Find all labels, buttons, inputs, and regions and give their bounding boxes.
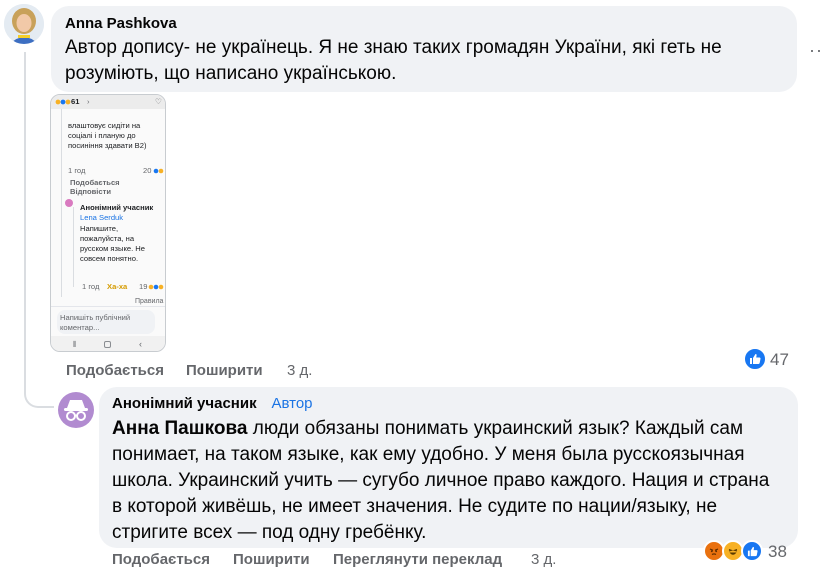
thread-line xyxy=(24,52,26,380)
reaction-dots-icon xyxy=(55,99,71,105)
phone-reaction-icons xyxy=(153,168,164,174)
phone-reply-author: Анонімний учасник xyxy=(80,203,154,212)
reply-mention[interactable]: Анна Пашкова xyxy=(112,418,247,439)
comment-bubble: Anna Pashkova Автор допису- не українець… xyxy=(51,6,797,92)
attached-screenshot[interactable]: 61 › ♡ влаштовує сидіти на соціалі і пла… xyxy=(50,94,166,352)
phone-chevron-icon: › xyxy=(87,97,90,106)
avatar-photo-icon xyxy=(4,4,44,44)
reply-text: Анна Пашкова люди обязаны понимать украи… xyxy=(112,416,784,546)
angry-face-icon xyxy=(709,548,719,555)
phone-like-icon: ♡ xyxy=(155,97,162,106)
phone-status-count: 61 xyxy=(71,97,80,106)
see-translation-button[interactable]: Переглянути переклад xyxy=(333,551,502,568)
reply-header: Анонімний учасник Автор xyxy=(112,395,313,413)
comment-text: Автор допису- не українець. Я не знаю та… xyxy=(65,37,722,84)
phone-sub-thread-line xyxy=(73,207,74,287)
thread-line-curve xyxy=(24,378,54,408)
anonymous-avatar[interactable] xyxy=(58,392,94,428)
like-reaction-icon[interactable] xyxy=(743,347,767,371)
comment-author[interactable]: Anna Pashkova xyxy=(65,15,177,32)
phone-reply-text: влаштовує сидіти на соціалі і планую до … xyxy=(68,121,147,150)
more-options-icon[interactable]: ··· xyxy=(809,40,822,61)
like-button[interactable]: Подобається xyxy=(66,362,164,379)
thumbs-up-icon xyxy=(750,354,761,364)
phone-avatar-icon xyxy=(65,199,73,207)
share-button[interactable]: Поширити xyxy=(186,362,263,379)
phone-back-icon[interactable]: ‹ xyxy=(139,339,142,349)
reply-author[interactable]: Анонімний учасник xyxy=(112,395,257,412)
reply-like-button[interactable]: Подобається xyxy=(112,551,210,568)
comment-timestamp[interactable]: 3 д. xyxy=(287,362,312,379)
thumbs-up-icon xyxy=(747,546,758,556)
reply-reaction-count[interactable]: 38 xyxy=(768,542,787,562)
phone-divider xyxy=(51,306,165,307)
laughing-face-icon xyxy=(728,549,738,555)
phone-reply-text-2: Напишите, пожалуйста, на русском языке. … xyxy=(80,224,146,263)
phone-input-placeholder: Напишіть публічний коментар... xyxy=(60,313,131,332)
phone-reply-time: 1 год xyxy=(68,166,86,175)
reply-share-button[interactable]: Поширити xyxy=(233,551,310,568)
phone-reply-count: 20 xyxy=(143,166,152,175)
phone-reply-count-2: 19 xyxy=(139,282,148,291)
reply-bubble: Анонімний учасник Автор Анна Пашкова люд… xyxy=(99,387,798,548)
phone-reply-link[interactable]: Відповісти xyxy=(70,187,111,197)
phone-reply-time-2: 1 год xyxy=(82,282,100,291)
phone-reply-mention[interactable]: Lena Serduk xyxy=(80,213,123,223)
phone-reaction-icons-2 xyxy=(148,284,164,290)
phone-thread-line xyxy=(61,109,62,297)
reply-timestamp[interactable]: 3 д. xyxy=(531,551,556,568)
avatar[interactable] xyxy=(4,4,44,44)
phone-haha-label[interactable]: Ха-ха xyxy=(107,282,127,292)
phone-home-icon[interactable] xyxy=(104,341,111,348)
phone-recent-apps-icon[interactable]: ⦀ xyxy=(73,340,77,350)
like-reaction-icon-2[interactable] xyxy=(741,540,763,562)
reaction-count[interactable]: 47 xyxy=(770,350,789,370)
author-badge: Автор xyxy=(271,395,313,412)
anonymous-spy-icon xyxy=(64,400,88,421)
